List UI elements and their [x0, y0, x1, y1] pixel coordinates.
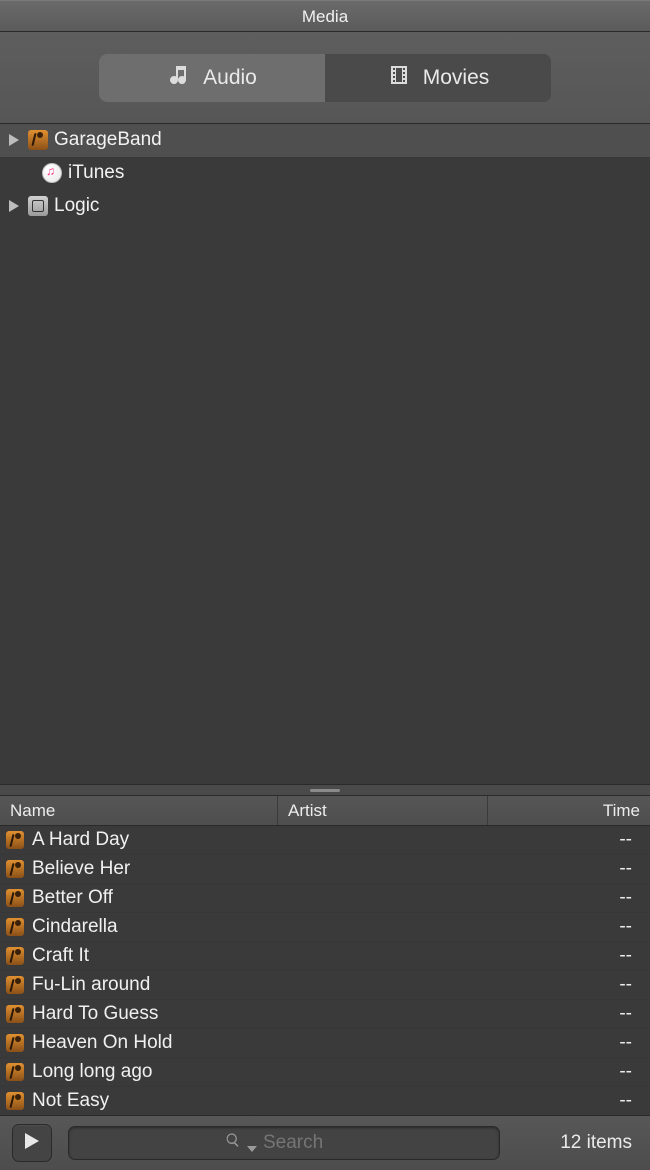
table-row[interactable]: Heaven On Hold -- — [0, 1029, 650, 1058]
track-name: Not Easy — [32, 1090, 109, 1112]
window-title: Media — [0, 0, 650, 32]
track-name: Hard To Guess — [32, 1003, 158, 1025]
track-icon — [6, 1063, 24, 1081]
track-icon — [6, 1034, 24, 1052]
track-icon — [6, 1005, 24, 1023]
track-icon — [6, 831, 24, 849]
search-field[interactable] — [68, 1126, 500, 1160]
tab-movies[interactable]: Movies — [325, 54, 551, 102]
chevron-right-icon[interactable] — [6, 132, 22, 148]
table-row[interactable]: A Hard Day -- — [0, 826, 650, 855]
splitter-grip-icon — [310, 789, 340, 792]
track-table-header: Name Artist Time — [0, 796, 650, 826]
source-list[interactable]: GarageBand iTunes Logic — [0, 124, 650, 223]
table-row[interactable]: Believe Her -- — [0, 855, 650, 884]
track-time: -- — [488, 1061, 650, 1083]
track-time: -- — [488, 858, 650, 880]
play-icon — [25, 1133, 39, 1154]
track-icon — [6, 918, 24, 936]
track-name: Heaven On Hold — [32, 1032, 172, 1054]
table-row[interactable]: Cindarella -- — [0, 913, 650, 942]
source-item-garageband[interactable]: GarageBand — [0, 124, 650, 157]
track-icon — [6, 947, 24, 965]
source-item-label: GarageBand — [54, 129, 162, 151]
track-icon — [6, 976, 24, 994]
track-time: -- — [488, 945, 650, 967]
track-time: -- — [488, 829, 650, 851]
music-note-icon — [167, 63, 191, 93]
track-icon — [6, 1092, 24, 1110]
track-table[interactable]: A Hard Day--Believe Her--Better Off--Cin… — [0, 826, 650, 1115]
footer-bar: 12 items — [0, 1115, 650, 1170]
track-time: -- — [488, 916, 650, 938]
tab-movies-label: Movies — [423, 66, 490, 90]
item-count-label: 12 items — [560, 1132, 638, 1154]
track-time: -- — [488, 1003, 650, 1025]
chevron-right-icon[interactable] — [6, 198, 22, 214]
track-name: Believe Her — [32, 858, 130, 880]
garageband-icon — [28, 130, 48, 150]
column-header-name[interactable]: Name — [0, 796, 278, 825]
track-name: A Hard Day — [32, 829, 129, 851]
track-name: Craft It — [32, 945, 89, 967]
toolbar: Audio Movies — [0, 32, 650, 124]
track-icon — [6, 860, 24, 878]
table-row[interactable]: Not Easy -- — [0, 1087, 650, 1115]
track-time: -- — [488, 1032, 650, 1054]
source-item-itunes[interactable]: iTunes — [0, 157, 650, 190]
track-name: Cindarella — [32, 916, 118, 938]
source-item-label: Logic — [54, 195, 99, 217]
source-item-logic[interactable]: Logic — [0, 190, 650, 223]
track-name: Better Off — [32, 887, 113, 909]
track-time: -- — [488, 1090, 650, 1112]
column-header-artist[interactable]: Artist — [278, 796, 488, 825]
logic-icon — [28, 196, 48, 216]
source-list-pane: GarageBand iTunes Logic — [0, 124, 650, 784]
table-row[interactable]: Fu-Lin around -- — [0, 971, 650, 1000]
tab-audio[interactable]: Audio — [99, 54, 325, 102]
track-time: -- — [488, 887, 650, 909]
play-button[interactable] — [12, 1124, 52, 1162]
search-icon — [225, 1132, 241, 1154]
table-row[interactable]: Better Off -- — [0, 884, 650, 913]
table-row[interactable]: Craft It -- — [0, 942, 650, 971]
search-input[interactable] — [263, 1132, 343, 1154]
table-row[interactable]: Long long ago -- — [0, 1058, 650, 1087]
track-time: -- — [488, 974, 650, 996]
track-icon — [6, 889, 24, 907]
source-item-label: iTunes — [68, 162, 124, 184]
table-row[interactable]: Hard To Guess -- — [0, 1000, 650, 1029]
chevron-down-icon[interactable] — [247, 1138, 257, 1148]
track-name: Long long ago — [32, 1061, 152, 1083]
column-header-time[interactable]: Time — [488, 796, 650, 825]
tab-audio-label: Audio — [203, 66, 257, 90]
track-name: Fu-Lin around — [32, 974, 150, 996]
pane-splitter[interactable] — [0, 784, 650, 796]
film-icon — [387, 63, 411, 93]
media-type-segmented: Audio Movies — [99, 54, 551, 102]
itunes-icon — [42, 163, 62, 183]
